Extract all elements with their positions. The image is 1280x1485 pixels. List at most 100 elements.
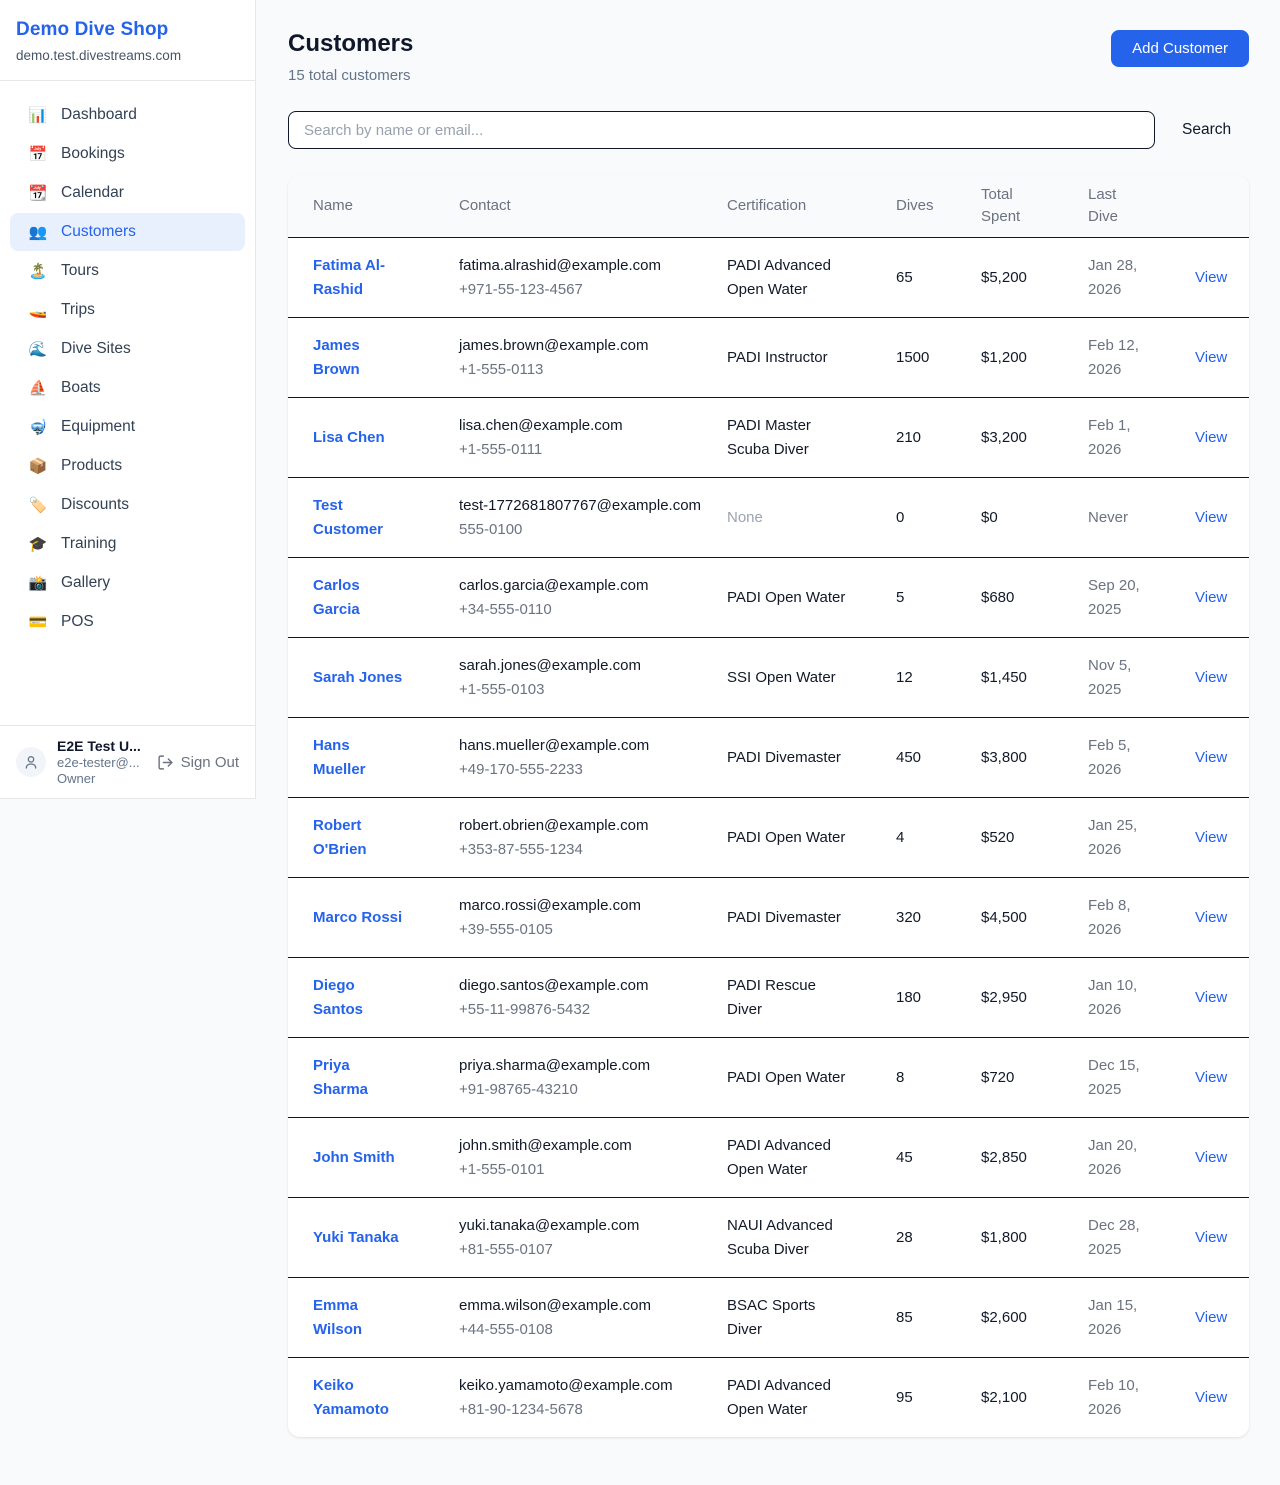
sidebar-item-label: Gallery: [61, 574, 110, 592]
sign-out-button[interactable]: Sign Out: [157, 754, 239, 771]
sidebar-item-equipment[interactable]: 🤿 Equipment: [10, 408, 245, 446]
customer-name-link[interactable]: Carlos Garcia: [313, 577, 360, 617]
camera-icon: 📸: [28, 574, 48, 592]
column-header-name: Name: [313, 195, 459, 217]
calendar-date-icon: 📅: [28, 145, 48, 163]
sidebar-item-tours[interactable]: 🏝️ Tours: [10, 252, 245, 290]
view-customer-link[interactable]: View: [1195, 669, 1227, 686]
sidebar-item-boats[interactable]: ⛵ Boats: [10, 369, 245, 407]
sidebar-item-dashboard[interactable]: 📊 Dashboard: [10, 96, 245, 134]
customer-total-spent: $2,850: [981, 1146, 1088, 1169]
customer-name-link[interactable]: Emma Wilson: [313, 1297, 362, 1337]
customer-name-link[interactable]: Yuki Tanaka: [313, 1229, 399, 1246]
view-customer-link[interactable]: View: [1195, 989, 1227, 1006]
sidebar-item-label: Tours: [61, 262, 99, 280]
customer-last-dive: Feb 12, 2026: [1088, 334, 1195, 381]
search-row: Search: [288, 111, 1249, 149]
customer-name-link[interactable]: Diego Santos: [313, 977, 363, 1017]
customer-email: marco.rossi@example.com: [459, 894, 711, 917]
sidebar-item-bookings[interactable]: 📅 Bookings: [10, 135, 245, 173]
customer-phone: 555-0100: [459, 518, 711, 541]
table-row: Emma Wilson emma.wilson@example.com +44-…: [288, 1277, 1249, 1357]
graduation-cap-icon: 🎓: [28, 535, 48, 553]
person-icon: [23, 754, 39, 770]
customer-certification: PADI Rescue Diver: [727, 974, 896, 1021]
customer-name-link[interactable]: Hans Mueller: [313, 737, 366, 777]
customer-certification: PADI Advanced Open Water: [727, 1374, 896, 1421]
bar-chart-icon: 📊: [28, 106, 48, 124]
customer-dives: 4: [896, 826, 981, 849]
search-button[interactable]: Search: [1182, 121, 1231, 139]
customer-last-dive: Jan 10, 2026: [1088, 974, 1195, 1021]
customer-name-link[interactable]: Priya Sharma: [313, 1057, 368, 1097]
table-row: Sarah Jones sarah.jones@example.com +1-5…: [288, 637, 1249, 717]
view-customer-link[interactable]: View: [1195, 829, 1227, 846]
customer-contact: hans.mueller@example.com +49-170-555-223…: [459, 734, 727, 781]
view-customer-link[interactable]: View: [1195, 1229, 1227, 1246]
customer-contact: keiko.yamamoto@example.com +81-90-1234-5…: [459, 1374, 727, 1421]
view-customer-link[interactable]: View: [1195, 509, 1227, 526]
customer-certification: PADI Divemaster: [727, 906, 896, 929]
add-customer-button[interactable]: Add Customer: [1111, 30, 1249, 67]
sidebar-item-pos[interactable]: 💳 POS: [10, 603, 245, 641]
view-customer-link[interactable]: View: [1195, 1069, 1227, 1086]
customer-last-dive: Never: [1088, 506, 1195, 529]
customer-contact: yuki.tanaka@example.com +81-555-0107: [459, 1214, 727, 1261]
customer-name-link[interactable]: Keiko Yamamoto: [313, 1377, 389, 1417]
sidebar-item-trips[interactable]: 🚤 Trips: [10, 291, 245, 329]
sidebar-item-training[interactable]: 🎓 Training: [10, 525, 245, 563]
customer-phone: +971-55-123-4567: [459, 278, 711, 301]
sidebar-item-discounts[interactable]: 🏷️ Discounts: [10, 486, 245, 524]
column-header-dives: Dives: [896, 195, 981, 217]
view-customer-link[interactable]: View: [1195, 749, 1227, 766]
diving-mask-icon: 🤿: [28, 418, 48, 436]
view-customer-link[interactable]: View: [1195, 429, 1227, 446]
customer-email: test-1772681807767@example.com: [459, 494, 711, 517]
sidebar-item-customers[interactable]: 👥 Customers: [10, 213, 245, 251]
customer-name-link[interactable]: Fatima Al-Rashid: [313, 257, 385, 297]
sidebar-item-calendar[interactable]: 📆 Calendar: [10, 174, 245, 212]
sidebar-item-label: Dive Sites: [61, 340, 131, 358]
sidebar-item-dive-sites[interactable]: 🌊 Dive Sites: [10, 330, 245, 368]
customer-phone: +91-98765-43210: [459, 1078, 711, 1101]
customer-email: robert.obrien@example.com: [459, 814, 711, 837]
customer-certification: SSI Open Water: [727, 666, 896, 689]
customer-certification: BSAC Sports Diver: [727, 1294, 896, 1341]
customer-dives: 28: [896, 1226, 981, 1249]
view-customer-link[interactable]: View: [1195, 1389, 1227, 1406]
customer-contact: sarah.jones@example.com +1-555-0103: [459, 654, 727, 701]
island-icon: 🏝️: [28, 262, 48, 280]
customer-email: yuki.tanaka@example.com: [459, 1214, 711, 1237]
customer-last-dive: Jan 15, 2026: [1088, 1294, 1195, 1341]
brand: Demo Dive Shop demo.test.divestreams.com: [0, 0, 255, 81]
view-customer-link[interactable]: View: [1195, 269, 1227, 286]
search-input[interactable]: [288, 111, 1155, 149]
customer-name-link[interactable]: John Smith: [313, 1149, 395, 1166]
customer-last-dive: Feb 8, 2026: [1088, 894, 1195, 941]
customer-name-link[interactable]: Marco Rossi: [313, 909, 402, 926]
customer-name-link[interactable]: Sarah Jones: [313, 669, 402, 686]
customer-name-link[interactable]: Robert O'Brien: [313, 817, 367, 857]
user-info: E2E Test U... e2e-tester@... Owner: [57, 738, 141, 786]
view-customer-link[interactable]: View: [1195, 349, 1227, 366]
customer-name-link[interactable]: Test Customer: [313, 497, 383, 537]
package-icon: 📦: [28, 457, 48, 475]
customer-contact: fatima.alrashid@example.com +971-55-123-…: [459, 254, 727, 301]
shop-domain: demo.test.divestreams.com: [16, 48, 235, 63]
view-customer-link[interactable]: View: [1195, 1149, 1227, 1166]
column-header-total-spent: Total Spent: [981, 184, 1039, 228]
customer-certification: PADI Open Water: [727, 586, 896, 609]
view-customer-link[interactable]: View: [1195, 1309, 1227, 1326]
customer-certification: PADI Divemaster: [727, 746, 896, 769]
customer-name-link[interactable]: James Brown: [313, 337, 360, 377]
customer-last-dive: Dec 15, 2025: [1088, 1054, 1195, 1101]
sidebar-item-products[interactable]: 📦 Products: [10, 447, 245, 485]
sidebar-item-gallery[interactable]: 📸 Gallery: [10, 564, 245, 602]
customer-total-spent: $3,200: [981, 426, 1088, 449]
customer-total-spent: $1,450: [981, 666, 1088, 689]
sidebar-item-label: Dashboard: [61, 106, 137, 124]
view-customer-link[interactable]: View: [1195, 909, 1227, 926]
customer-name-link[interactable]: Lisa Chen: [313, 429, 385, 446]
view-customer-link[interactable]: View: [1195, 589, 1227, 606]
sidebar-item-label: Training: [61, 535, 116, 553]
